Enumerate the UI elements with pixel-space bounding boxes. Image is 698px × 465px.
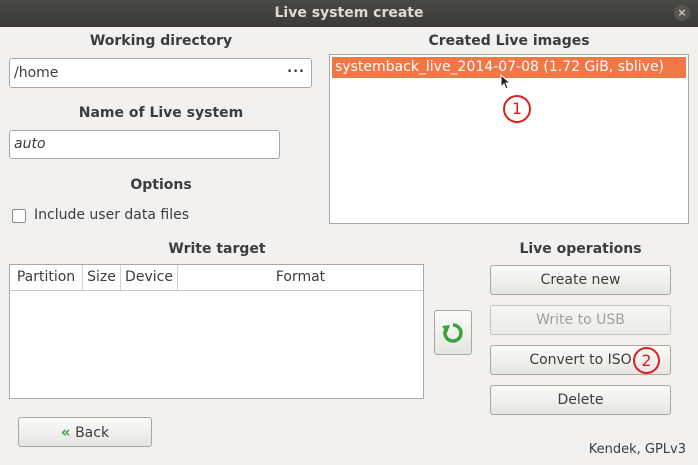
working-directory-label: Working directory — [89, 33, 233, 49]
live-name-input[interactable]: auto — [9, 130, 280, 159]
back-button[interactable]: « Back — [18, 417, 152, 447]
refresh-button[interactable] — [434, 310, 472, 355]
window-title: Live system create — [274, 5, 424, 21]
footer-credit: Kendek, GPLv3 — [588, 442, 686, 457]
include-user-data-checkbox[interactable] — [12, 209, 26, 223]
live-name-value: auto — [14, 136, 46, 152]
working-directory-value: /home — [14, 65, 59, 81]
table-header: Partition Size Device Format — [10, 265, 423, 291]
include-user-data-label: Include user data files — [34, 207, 189, 223]
live-name-label: Name of Live system — [78, 105, 244, 121]
refresh-icon — [442, 323, 463, 343]
write-target-table[interactable]: Partition Size Device Format — [9, 264, 424, 399]
back-label: Back — [75, 425, 110, 441]
column-size[interactable]: Size — [83, 265, 121, 290]
cursor-icon — [500, 74, 512, 90]
created-images-label: Created Live images — [428, 33, 590, 49]
live-system-create-window: Live system create × Working directory /… — [0, 0, 698, 465]
column-partition[interactable]: Partition — [10, 265, 83, 290]
column-format[interactable]: Format — [178, 265, 423, 290]
annotation-1: 1 — [503, 95, 531, 123]
delete-button[interactable]: Delete — [490, 385, 671, 415]
back-arrow-icon: « — [60, 423, 71, 441]
options-label: Options — [130, 177, 192, 193]
create-new-button[interactable]: Create new — [490, 265, 671, 295]
working-directory-field[interactable]: /home ... — [9, 58, 312, 88]
convert-to-iso-label: Convert to ISO — [529, 352, 632, 368]
live-operations-label: Live operations — [519, 241, 642, 257]
annotation-2: 2 — [633, 347, 660, 374]
write-to-usb-button[interactable]: Write to USB — [490, 305, 671, 335]
close-icon[interactable]: × — [674, 5, 690, 21]
column-device[interactable]: Device — [121, 265, 178, 290]
browse-button[interactable]: ... — [287, 61, 305, 76]
title-bar: Live system create × — [0, 0, 698, 27]
write-target-label: Write target — [168, 241, 266, 257]
